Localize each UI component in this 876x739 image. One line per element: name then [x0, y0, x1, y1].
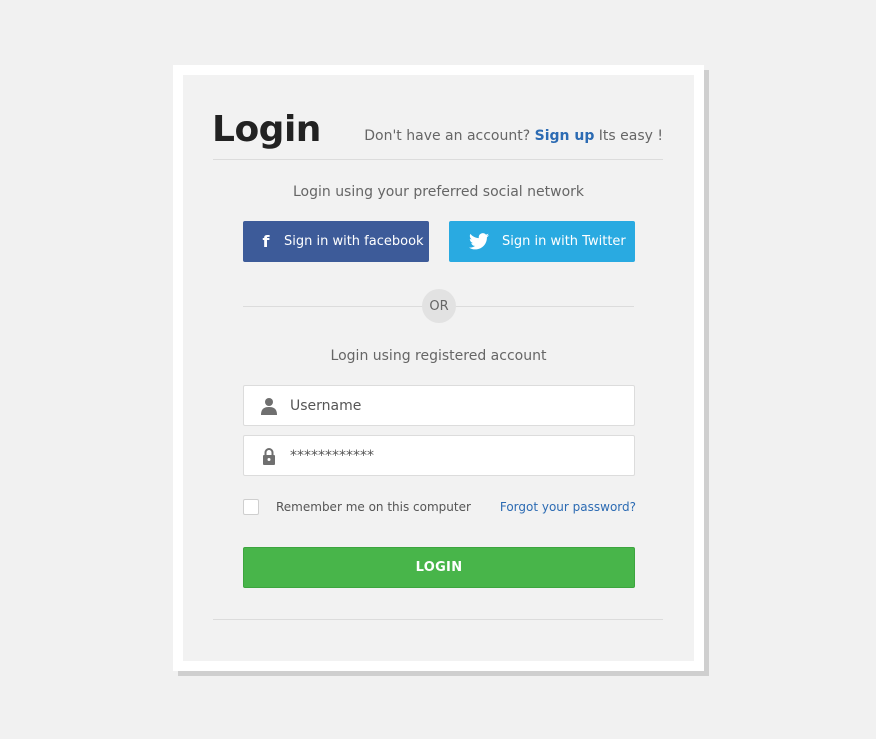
facebook-signin-label: Sign in with facebook [284, 234, 424, 249]
remember-me-checkbox[interactable] [243, 499, 259, 515]
login-panel: Login Don't have an account? Sign up Its… [183, 75, 694, 661]
page-title: Login [212, 109, 321, 150]
user-icon [261, 398, 277, 415]
header-divider [213, 159, 663, 160]
twitter-signin-button[interactable]: Sign in with Twitter [449, 221, 635, 262]
username-input[interactable] [290, 386, 620, 425]
lock-icon [263, 448, 275, 465]
twitter-signin-label: Sign in with Twitter [502, 234, 626, 249]
facebook-signin-button[interactable]: f Sign in with facebook [243, 221, 429, 262]
password-field [243, 435, 635, 476]
login-button[interactable]: LOGIN [243, 547, 635, 588]
password-input[interactable] [290, 436, 620, 475]
facebook-icon: f [262, 232, 270, 251]
account-subtitle: Login using registered account [330, 348, 547, 364]
signup-suffix-text: Its easy ! [598, 128, 663, 144]
or-badge: OR [422, 289, 456, 323]
social-subtitle: Login using your preferred social networ… [292, 184, 585, 200]
username-field [243, 385, 635, 426]
login-card: Login Don't have an account? Sign up Its… [173, 65, 704, 671]
signup-link[interactable]: Sign up [535, 128, 595, 144]
signup-prompt: Don't have an account? Sign up Its easy … [364, 128, 663, 144]
footer-divider [213, 619, 663, 620]
forgot-password-link[interactable]: Forgot your password? [500, 500, 636, 514]
remember-me-label[interactable]: Remember me on this computer [276, 500, 471, 514]
twitter-icon [469, 233, 489, 250]
signup-prompt-text: Don't have an account? [364, 128, 531, 144]
